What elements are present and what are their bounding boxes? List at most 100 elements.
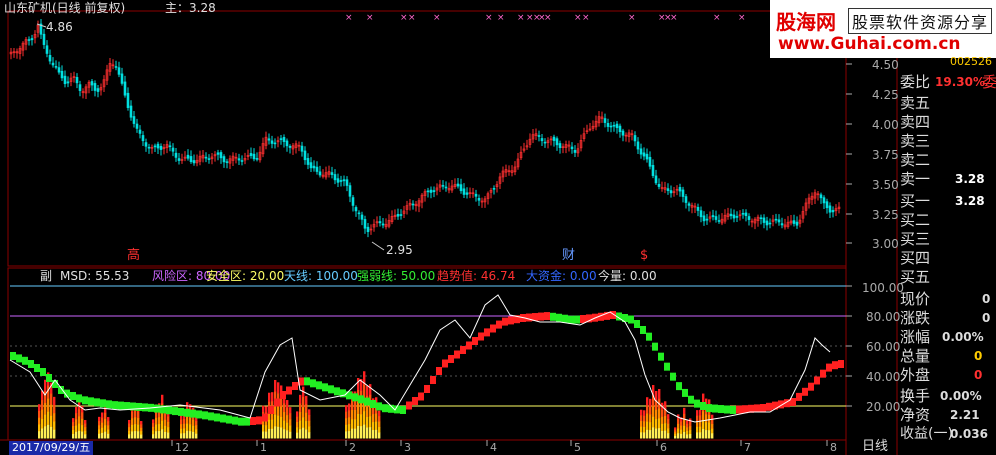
trend-block bbox=[460, 346, 466, 354]
flame-bar-segment bbox=[47, 424, 50, 439]
flame-bar-segment bbox=[53, 396, 56, 406]
trend-block bbox=[760, 404, 766, 412]
x-tick-5: 5 bbox=[574, 441, 581, 454]
candle-body bbox=[249, 153, 253, 156]
flame-bar-segment bbox=[689, 426, 692, 431]
signal-x-marker: × bbox=[670, 13, 678, 23]
ind-tick-80: 80.00 bbox=[866, 310, 901, 324]
trend-block bbox=[244, 417, 250, 426]
flame-bar-segment bbox=[302, 427, 305, 439]
flame-bar-segment bbox=[375, 413, 378, 423]
trend-block bbox=[688, 395, 694, 404]
trend-block bbox=[418, 392, 424, 401]
flame-bar-segment bbox=[78, 416, 81, 425]
flame-bar-segment bbox=[345, 405, 348, 413]
date-badge[interactable]: 2017/09/29/五 bbox=[9, 441, 94, 455]
candle-body bbox=[336, 178, 340, 183]
flame-bar-segment bbox=[81, 425, 84, 433]
flame-bar-segment bbox=[195, 429, 198, 435]
flame-bar-segment bbox=[711, 424, 714, 430]
flame-bar-segment bbox=[286, 415, 289, 424]
candle-body bbox=[765, 220, 769, 226]
flame-bar-segment bbox=[140, 431, 143, 436]
candle-body bbox=[117, 67, 121, 75]
flame-bar-segment bbox=[134, 424, 137, 432]
flame-bar-segment bbox=[167, 427, 170, 434]
trend-block bbox=[214, 413, 220, 422]
chart-canvas[interactable]: × × × × × × × × × ××× × × × ××× × × bbox=[0, 0, 996, 455]
candle-body bbox=[657, 183, 661, 187]
flame-bar-segment bbox=[366, 385, 369, 397]
flame-bar-segment bbox=[683, 425, 686, 433]
trend-block bbox=[190, 409, 196, 418]
guhai-logo[interactable]: 股海网 股票软件资源分享 www.Guhai.com.cn bbox=[770, 0, 996, 58]
trend-block bbox=[568, 315, 574, 324]
flame-bar-segment bbox=[155, 431, 158, 439]
candle-body bbox=[123, 81, 127, 96]
stat-volume-label: 总量 bbox=[900, 347, 931, 365]
trend-block bbox=[364, 397, 370, 406]
trend-block bbox=[238, 417, 244, 426]
candle-body bbox=[78, 84, 82, 91]
flame-bar-segment bbox=[705, 422, 708, 431]
candle-body bbox=[348, 185, 352, 197]
candle-body bbox=[411, 203, 415, 206]
candle-body bbox=[555, 138, 559, 146]
flame-bar-segment bbox=[686, 423, 689, 428]
flame-bar-segment bbox=[643, 426, 646, 433]
signal-x-marker: × bbox=[713, 13, 721, 23]
stat-eps-label: 收益(一) bbox=[900, 426, 953, 442]
candle-body bbox=[177, 158, 181, 161]
flame-bar-segment bbox=[78, 423, 81, 432]
trend-block bbox=[544, 312, 550, 321]
flame-bar-segment bbox=[649, 414, 652, 423]
ind-tick-60: 60.00 bbox=[866, 340, 901, 354]
period-tab[interactable]: 日线 bbox=[862, 440, 888, 454]
trend-block bbox=[40, 368, 46, 376]
legend-msd: MSD: 55.53 bbox=[60, 269, 130, 283]
candle-body bbox=[678, 187, 682, 192]
flame-bar-segment bbox=[296, 411, 299, 418]
flame-bar-segment bbox=[708, 414, 711, 424]
buy-4-label: 买四 bbox=[900, 249, 931, 267]
candle-body bbox=[477, 198, 481, 201]
trend-block bbox=[526, 313, 532, 322]
candle-body bbox=[609, 125, 613, 128]
trend-block bbox=[82, 396, 88, 405]
flame-bar-segment bbox=[41, 419, 44, 430]
flame-bar-segment bbox=[152, 434, 155, 439]
candle-body bbox=[459, 184, 463, 192]
flame-bar-segment bbox=[72, 434, 75, 439]
candlestick-series[interactable] bbox=[9, 18, 841, 251]
trend-block bbox=[796, 392, 802, 401]
flame-bar-segment bbox=[655, 390, 658, 401]
flame-bar-segment bbox=[351, 410, 354, 420]
x-tick-4: 4 bbox=[490, 441, 497, 454]
flame-bar-segment bbox=[38, 410, 41, 419]
trend-block bbox=[448, 355, 454, 363]
flame-bar-segment bbox=[366, 417, 369, 429]
trend-block bbox=[640, 326, 646, 334]
flame-bar-segment bbox=[640, 432, 643, 439]
high-price-label: 4.86 bbox=[46, 20, 73, 34]
flame-bar-segment bbox=[152, 419, 155, 424]
candle-body bbox=[267, 138, 271, 141]
candle-body bbox=[135, 123, 139, 129]
flame-bar-segment bbox=[98, 433, 101, 439]
flame-bar-segment bbox=[274, 414, 277, 427]
trend-block bbox=[802, 387, 808, 396]
flame-bar-segment bbox=[299, 412, 302, 422]
candle-body bbox=[204, 156, 208, 159]
candle-body bbox=[744, 212, 748, 217]
candle-body bbox=[759, 217, 763, 220]
candle-body bbox=[237, 158, 241, 161]
flame-bar-segment bbox=[646, 397, 649, 406]
flame-bar-segment bbox=[369, 384, 372, 396]
legend-safe-zone: 安全区: 20.00 bbox=[206, 269, 285, 283]
x-tick-1: 1 bbox=[260, 441, 267, 454]
flame-bar-segment bbox=[180, 419, 183, 425]
flame-bar-segment bbox=[50, 404, 53, 417]
flame-bar-segment bbox=[72, 418, 75, 423]
flame-bar-segment bbox=[180, 424, 183, 430]
trend-block bbox=[502, 317, 508, 326]
